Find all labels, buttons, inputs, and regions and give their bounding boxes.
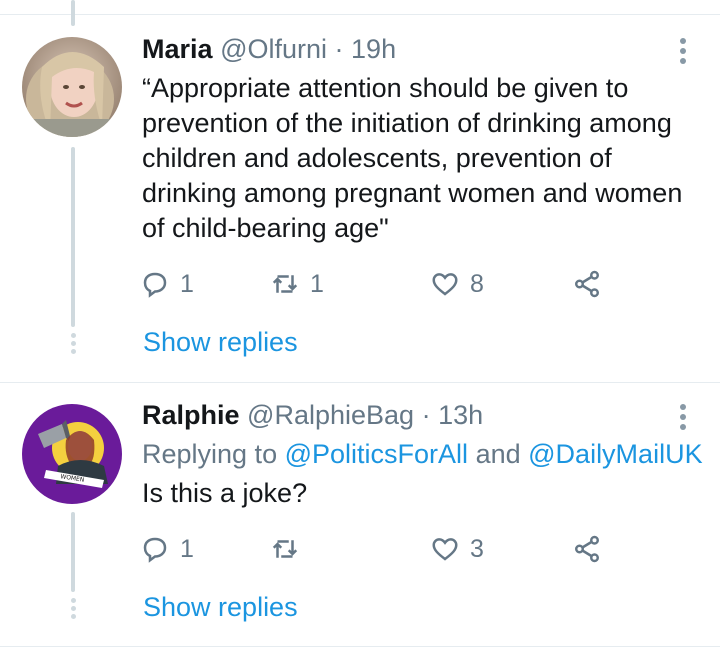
avatar-maria[interactable] bbox=[22, 37, 122, 137]
separator-dot: · bbox=[421, 400, 431, 430]
thread-gap-dots bbox=[68, 333, 78, 357]
reply-button[interactable]: 1 bbox=[140, 267, 194, 301]
timestamp[interactable]: 19h bbox=[351, 34, 396, 64]
mention-politicsforall[interactable]: @PoliticsForAll bbox=[285, 439, 468, 469]
bottom-divider bbox=[0, 646, 720, 647]
replying-to: Replying to @PoliticsForAll and @DailyMa… bbox=[142, 437, 703, 471]
retweet-button[interactable] bbox=[270, 532, 310, 566]
retweet-icon bbox=[272, 275, 298, 293]
tweet-header: Maria @Olfurni · 19h bbox=[142, 32, 396, 66]
replying-prefix: Replying to bbox=[142, 439, 278, 469]
user-handle[interactable]: @Olfurni bbox=[220, 34, 327, 64]
separator-dot: · bbox=[334, 34, 344, 64]
display-name[interactable]: Ralphie bbox=[142, 400, 240, 430]
retweet-button[interactable]: 1 bbox=[270, 267, 324, 301]
like-icon bbox=[432, 538, 458, 561]
show-replies-link[interactable]: Show replies bbox=[143, 590, 298, 624]
reply-count: 1 bbox=[180, 269, 194, 298]
reply-count: 1 bbox=[180, 534, 194, 563]
thread-line-ralphie bbox=[71, 512, 75, 592]
reply-icon bbox=[143, 272, 167, 298]
share-button[interactable] bbox=[572, 267, 602, 301]
show-replies-link[interactable]: Show replies bbox=[143, 325, 298, 359]
share-icon bbox=[575, 535, 599, 563]
like-count: 8 bbox=[470, 269, 484, 298]
share-icon bbox=[575, 270, 599, 298]
reply-icon bbox=[143, 537, 167, 563]
mention-dailymailuk[interactable]: @DailyMailUK bbox=[528, 439, 702, 469]
display-name[interactable]: Maria bbox=[142, 34, 213, 64]
share-button[interactable] bbox=[572, 532, 602, 566]
retweet-count: 1 bbox=[310, 269, 324, 298]
replying-and: and bbox=[475, 439, 521, 469]
top-divider bbox=[0, 14, 720, 15]
retweet-icon bbox=[272, 540, 298, 558]
thread-line-maria bbox=[71, 147, 75, 327]
more-icon[interactable] bbox=[676, 404, 690, 434]
tweet-header: Ralphie @RalphieBag · 13h bbox=[142, 398, 483, 432]
like-button[interactable]: 3 bbox=[430, 532, 484, 566]
tweet-actions: 1 1 8 bbox=[140, 267, 620, 301]
thread-line-top bbox=[71, 0, 75, 26]
tweet-actions: 1 3 bbox=[140, 532, 620, 566]
more-icon[interactable] bbox=[676, 38, 690, 68]
like-button[interactable]: 8 bbox=[430, 267, 484, 301]
tweet-divider bbox=[0, 382, 720, 383]
user-handle[interactable]: @RalphieBag bbox=[247, 400, 414, 430]
avatar-ralphie[interactable]: WOMEN bbox=[22, 404, 122, 504]
timestamp[interactable]: 13h bbox=[438, 400, 483, 430]
like-count: 3 bbox=[470, 534, 484, 563]
reply-button[interactable]: 1 bbox=[140, 532, 194, 566]
thread-gap-dots bbox=[68, 598, 78, 622]
tweet-text: “Appropriate attention should be given t… bbox=[142, 73, 683, 243]
tweet-text: Is this a joke? bbox=[142, 478, 308, 508]
like-icon bbox=[432, 273, 458, 296]
